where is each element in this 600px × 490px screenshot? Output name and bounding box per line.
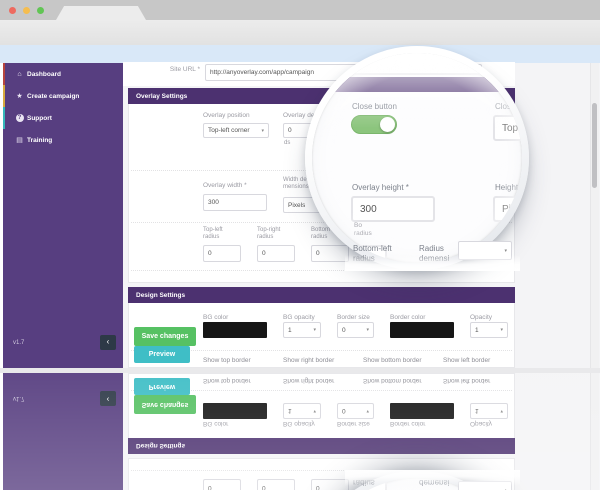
overlay-settings-header-magnified	[312, 77, 500, 92]
sidebar-item-dashboard[interactable]: ⌂ Dashboard	[3, 63, 123, 85]
overlay-delay-hint: ds	[284, 140, 290, 146]
minimize-window-icon[interactable]	[23, 7, 30, 14]
help-icon: ?	[12, 114, 27, 122]
bg-color-label: BG color	[203, 314, 228, 321]
radius-dimension-select[interactable]: ▾	[458, 241, 512, 260]
border-size-label: Border size	[337, 314, 370, 321]
close-button-label: Close button	[352, 102, 397, 111]
height-dimension-label: Height demensi	[495, 183, 522, 192]
screenshot-canvas: OverlayR Cheryl Lopez ▾ ⌂ Dashboard ★ Cr…	[0, 0, 600, 490]
width-dimension-label: Width de mensions	[283, 177, 309, 191]
opacity-label: Opacity	[470, 314, 492, 321]
show-left-border-label: Show left border	[443, 357, 490, 364]
toggle-knob	[380, 117, 395, 132]
separator	[131, 270, 512, 271]
top-left-radius-input[interactable]: 0	[203, 245, 241, 262]
radius-dimension-label: Radius demensi	[419, 244, 449, 261]
browser-titlebar	[0, 0, 600, 20]
overlay-width-label: Overlay width *	[203, 182, 247, 189]
browser-toolbar	[0, 20, 600, 45]
close-button-toggle[interactable]	[351, 115, 397, 134]
site-url-label: Site URL *	[140, 66, 200, 73]
sidebar-collapse-button[interactable]: ‹	[100, 335, 116, 350]
opacity-select[interactable]: 1 ▾	[470, 322, 508, 338]
close-window-icon[interactable]	[9, 7, 16, 14]
app-header: OverlayR Cheryl Lopez ▾	[0, 45, 600, 63]
overlay-position-select[interactable]: Top-left corner ▾	[203, 123, 269, 138]
chevron-down-icon: ▾	[504, 248, 507, 254]
design-settings-header: Design Settings	[128, 287, 515, 303]
close-button-position-label: Close button p	[495, 102, 522, 111]
border-color-swatch[interactable]	[390, 322, 454, 338]
browser-tab[interactable]	[56, 6, 146, 20]
sidebar-item-label: Training	[27, 137, 52, 144]
sidebar-nav: ⌂ Dashboard ★ Create campaign ? Support …	[3, 63, 123, 368]
home-icon: ⌂	[12, 71, 27, 78]
chevron-down-icon: ▾	[366, 327, 369, 333]
sidebar-item-label: Create campaign	[27, 93, 79, 100]
bottom-radius-label: Bottom radius	[311, 227, 330, 241]
star-icon: ★	[12, 92, 27, 100]
magnifier-lens-content: Close button Close button p Top-left cor…	[312, 53, 522, 263]
sidebar-item-training[interactable]: ▤ Training	[3, 129, 123, 151]
bottom-radius-input[interactable]: 0	[311, 245, 349, 262]
maximize-window-icon[interactable]	[37, 7, 44, 14]
bg-opacity-label: BG opacity	[283, 314, 315, 321]
bg-opacity-select[interactable]: 1 ▾	[283, 322, 321, 338]
bottom-left-radius-label: Bottom-left radius	[353, 244, 392, 261]
overlay-position-label: Overlay position	[203, 112, 250, 119]
bottom-radius-fragment-label: Bo radius	[354, 222, 372, 237]
chevron-down-icon: ▾	[313, 327, 316, 333]
show-top-border-label: Show top border	[203, 357, 251, 364]
site-url-input-magnified	[350, 53, 502, 75]
bg-color-swatch[interactable]	[203, 322, 267, 338]
show-bottom-border-label: Show bottom border	[363, 357, 422, 364]
show-right-border-label: Show right border	[283, 357, 334, 364]
scrollbar-thumb[interactable]	[592, 103, 597, 188]
close-button-position-input[interactable]: Top-left cor	[493, 115, 522, 141]
border-color-label: Border color	[390, 314, 425, 321]
save-changes-button[interactable]: Save changes	[134, 327, 196, 346]
browser-window: OverlayR Cheryl Lopez ▾ ⌂ Dashboard ★ Cr…	[0, 0, 600, 368]
overlay-width-input[interactable]: 300	[203, 194, 267, 211]
chevron-down-icon: ▾	[500, 327, 503, 333]
sidebar-item-label: Dashboard	[27, 71, 61, 78]
app-version: v1.7	[13, 340, 24, 346]
chevron-down-icon: ▾	[261, 128, 264, 134]
page-reflection: OverlayR Cheryl Lopez ▾ ⌂ Dashboard ★ Cr…	[0, 373, 600, 490]
top-left-radius-label: Top-left radius	[203, 227, 223, 241]
sidebar-item-label: Support	[27, 115, 52, 122]
border-size-select[interactable]: 0 ▾	[337, 322, 374, 338]
sidebar-item-support[interactable]: ? Support	[3, 107, 123, 129]
magnifier-lens: Close button Close button p Top-left cor…	[305, 46, 529, 270]
overlay-height-input[interactable]: 300	[351, 196, 435, 222]
overlay-height-label: Overlay height *	[352, 183, 409, 192]
top-right-radius-label: Top-right radius	[257, 227, 280, 241]
preview-button[interactable]: Preview	[134, 346, 190, 363]
sidebar-item-create-campaign[interactable]: ★ Create campaign	[3, 85, 123, 107]
height-dimension-input[interactable]: Pixels	[493, 196, 522, 222]
book-icon: ▤	[12, 136, 27, 144]
top-right-radius-input[interactable]: 0	[257, 245, 295, 262]
